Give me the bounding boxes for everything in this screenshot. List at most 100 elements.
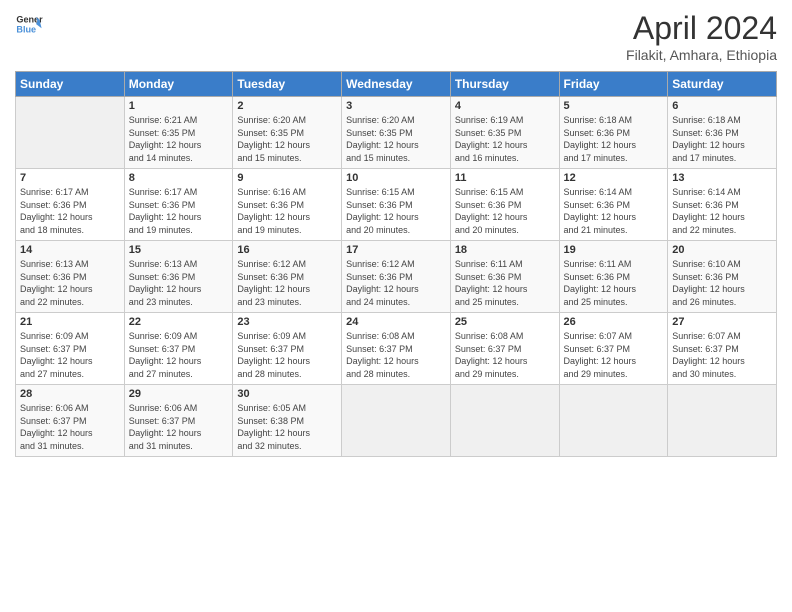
day-info: Sunrise: 6:17 AM Sunset: 6:36 PM Dayligh… [129, 186, 229, 236]
day-number: 26 [564, 316, 664, 328]
day-number: 17 [346, 244, 446, 256]
main-title: April 2024 [626, 10, 777, 47]
day-number: 30 [237, 388, 337, 400]
day-info: Sunrise: 6:06 AM Sunset: 6:37 PM Dayligh… [20, 402, 120, 452]
col-thursday: Thursday [450, 72, 559, 97]
col-monday: Monday [124, 72, 233, 97]
day-info: Sunrise: 6:18 AM Sunset: 6:36 PM Dayligh… [564, 114, 664, 164]
day-info: Sunrise: 6:19 AM Sunset: 6:35 PM Dayligh… [455, 114, 555, 164]
day-cell: 23Sunrise: 6:09 AM Sunset: 6:37 PM Dayli… [233, 313, 342, 385]
week-row-4: 21 Sunrise: 6:09 AM Sunset: 6:37 PM Dayli… [16, 313, 777, 385]
day-info: Sunrise: 6:09 AM Sunset: 6:37 PM Dayligh… [237, 330, 337, 380]
day-cell: 26 Sunrise: 6:07 AM Sunset: 6:37 PM Dayli… [559, 313, 668, 385]
day-cell: 20Sunrise: 6:10 AM Sunset: 6:36 PM Dayli… [668, 241, 777, 313]
day-cell: 25 Sunrise: 6:08 AM Sunset: 6:37 PM Dayli… [450, 313, 559, 385]
day-info: Sunrise: 6:20 AM Sunset: 6:35 PM Dayligh… [237, 114, 337, 164]
page: General Blue April 2024 Filakit, Amhara,… [0, 0, 792, 612]
col-saturday: Saturday [668, 72, 777, 97]
week-row-2: 7 Sunrise: 6:17 AM Sunset: 6:36 PM Daylig… [16, 169, 777, 241]
day-info: Sunrise: 6:09 AM Sunset: 6:37 PM Dayligh… [129, 330, 229, 380]
day-number: 14 [20, 244, 120, 256]
day-cell: 9Sunrise: 6:16 AM Sunset: 6:36 PM Daylig… [233, 169, 342, 241]
week-row-5: 28 Sunrise: 6:06 AM Sunset: 6:37 PM Dayli… [16, 385, 777, 457]
day-cell: 6Sunrise: 6:18 AM Sunset: 6:36 PM Daylig… [668, 97, 777, 169]
day-info: Sunrise: 6:13 AM Sunset: 6:36 PM Dayligh… [20, 258, 120, 308]
col-friday: Friday [559, 72, 668, 97]
day-cell [450, 385, 559, 457]
day-cell: 28 Sunrise: 6:06 AM Sunset: 6:37 PM Dayli… [16, 385, 125, 457]
day-cell: 30Sunrise: 6:05 AM Sunset: 6:38 PM Dayli… [233, 385, 342, 457]
day-number: 13 [672, 172, 772, 184]
calendar-body: 1Sunrise: 6:21 AM Sunset: 6:35 PM Daylig… [16, 97, 777, 457]
day-cell: 2 Sunrise: 6:20 AM Sunset: 6:35 PM Daylig… [233, 97, 342, 169]
subtitle: Filakit, Amhara, Ethiopia [626, 47, 777, 63]
day-info: Sunrise: 6:12 AM Sunset: 6:36 PM Dayligh… [237, 258, 337, 308]
day-number: 12 [564, 172, 664, 184]
day-cell: 7 Sunrise: 6:17 AM Sunset: 6:36 PM Daylig… [16, 169, 125, 241]
day-number: 6 [672, 100, 772, 112]
day-cell: 8 Sunrise: 6:17 AM Sunset: 6:36 PM Daylig… [124, 169, 233, 241]
day-info: Sunrise: 6:07 AM Sunset: 6:37 PM Dayligh… [564, 330, 664, 380]
day-number: 8 [129, 172, 229, 184]
day-number: 9 [237, 172, 337, 184]
logo-icon: General Blue [15, 10, 43, 38]
day-number: 7 [20, 172, 120, 184]
day-number: 4 [455, 100, 555, 112]
day-info: Sunrise: 6:14 AM Sunset: 6:36 PM Dayligh… [672, 186, 772, 236]
day-info: Sunrise: 6:09 AM Sunset: 6:37 PM Dayligh… [20, 330, 120, 380]
day-info: Sunrise: 6:15 AM Sunset: 6:36 PM Dayligh… [455, 186, 555, 236]
day-cell: 14 Sunrise: 6:13 AM Sunset: 6:36 PM Dayli… [16, 241, 125, 313]
day-number: 19 [564, 244, 664, 256]
header: General Blue April 2024 Filakit, Amhara,… [15, 10, 777, 63]
day-cell: 12 Sunrise: 6:14 AM Sunset: 6:36 PM Dayli… [559, 169, 668, 241]
day-info: Sunrise: 6:14 AM Sunset: 6:36 PM Dayligh… [564, 186, 664, 236]
day-cell: 27 Sunrise: 6:07 AM Sunset: 6:37 PM Dayli… [668, 313, 777, 385]
week-row-1: 1Sunrise: 6:21 AM Sunset: 6:35 PM Daylig… [16, 97, 777, 169]
col-tuesday: Tuesday [233, 72, 342, 97]
day-cell: 11 Sunrise: 6:15 AM Sunset: 6:36 PM Dayli… [450, 169, 559, 241]
day-cell: 4 Sunrise: 6:19 AM Sunset: 6:35 PM Daylig… [450, 97, 559, 169]
day-number: 15 [129, 244, 229, 256]
day-number: 24 [346, 316, 446, 328]
day-number: 22 [129, 316, 229, 328]
day-cell: 10Sunrise: 6:15 AM Sunset: 6:36 PM Dayli… [342, 169, 451, 241]
day-cell: 3Sunrise: 6:20 AM Sunset: 6:35 PM Daylig… [342, 97, 451, 169]
calendar-header: Sunday Monday Tuesday Wednesday Thursday… [16, 72, 777, 97]
day-info: Sunrise: 6:21 AM Sunset: 6:35 PM Dayligh… [129, 114, 229, 164]
day-number: 2 [237, 100, 337, 112]
day-info: Sunrise: 6:11 AM Sunset: 6:36 PM Dayligh… [564, 258, 664, 308]
day-info: Sunrise: 6:17 AM Sunset: 6:36 PM Dayligh… [20, 186, 120, 236]
day-cell: 21 Sunrise: 6:09 AM Sunset: 6:37 PM Dayli… [16, 313, 125, 385]
day-cell [668, 385, 777, 457]
day-info: Sunrise: 6:15 AM Sunset: 6:36 PM Dayligh… [346, 186, 446, 236]
col-wednesday: Wednesday [342, 72, 451, 97]
day-cell: 15Sunrise: 6:13 AM Sunset: 6:36 PM Dayli… [124, 241, 233, 313]
day-info: Sunrise: 6:11 AM Sunset: 6:36 PM Dayligh… [455, 258, 555, 308]
day-cell: 13 Sunrise: 6:14 AM Sunset: 6:36 PM Dayli… [668, 169, 777, 241]
day-number: 27 [672, 316, 772, 328]
day-cell: 16Sunrise: 6:12 AM Sunset: 6:36 PM Dayli… [233, 241, 342, 313]
day-cell [342, 385, 451, 457]
day-info: Sunrise: 6:08 AM Sunset: 6:37 PM Dayligh… [455, 330, 555, 380]
day-number: 29 [129, 388, 229, 400]
day-cell: 19 Sunrise: 6:11 AM Sunset: 6:36 PM Dayli… [559, 241, 668, 313]
day-number: 18 [455, 244, 555, 256]
day-number: 3 [346, 100, 446, 112]
day-cell [16, 97, 125, 169]
calendar-table: Sunday Monday Tuesday Wednesday Thursday… [15, 71, 777, 457]
day-number: 21 [20, 316, 120, 328]
day-cell: 5Sunrise: 6:18 AM Sunset: 6:36 PM Daylig… [559, 97, 668, 169]
day-number: 25 [455, 316, 555, 328]
day-info: Sunrise: 6:12 AM Sunset: 6:36 PM Dayligh… [346, 258, 446, 308]
day-cell: 1Sunrise: 6:21 AM Sunset: 6:35 PM Daylig… [124, 97, 233, 169]
day-cell: 29Sunrise: 6:06 AM Sunset: 6:37 PM Dayli… [124, 385, 233, 457]
title-block: April 2024 Filakit, Amhara, Ethiopia [626, 10, 777, 63]
day-info: Sunrise: 6:08 AM Sunset: 6:37 PM Dayligh… [346, 330, 446, 380]
header-row: Sunday Monday Tuesday Wednesday Thursday… [16, 72, 777, 97]
day-cell: 24 Sunrise: 6:08 AM Sunset: 6:37 PM Dayli… [342, 313, 451, 385]
day-number: 28 [20, 388, 120, 400]
logo: General Blue [15, 10, 43, 38]
day-cell: 17 Sunrise: 6:12 AM Sunset: 6:36 PM Dayli… [342, 241, 451, 313]
day-number: 11 [455, 172, 555, 184]
day-info: Sunrise: 6:07 AM Sunset: 6:37 PM Dayligh… [672, 330, 772, 380]
